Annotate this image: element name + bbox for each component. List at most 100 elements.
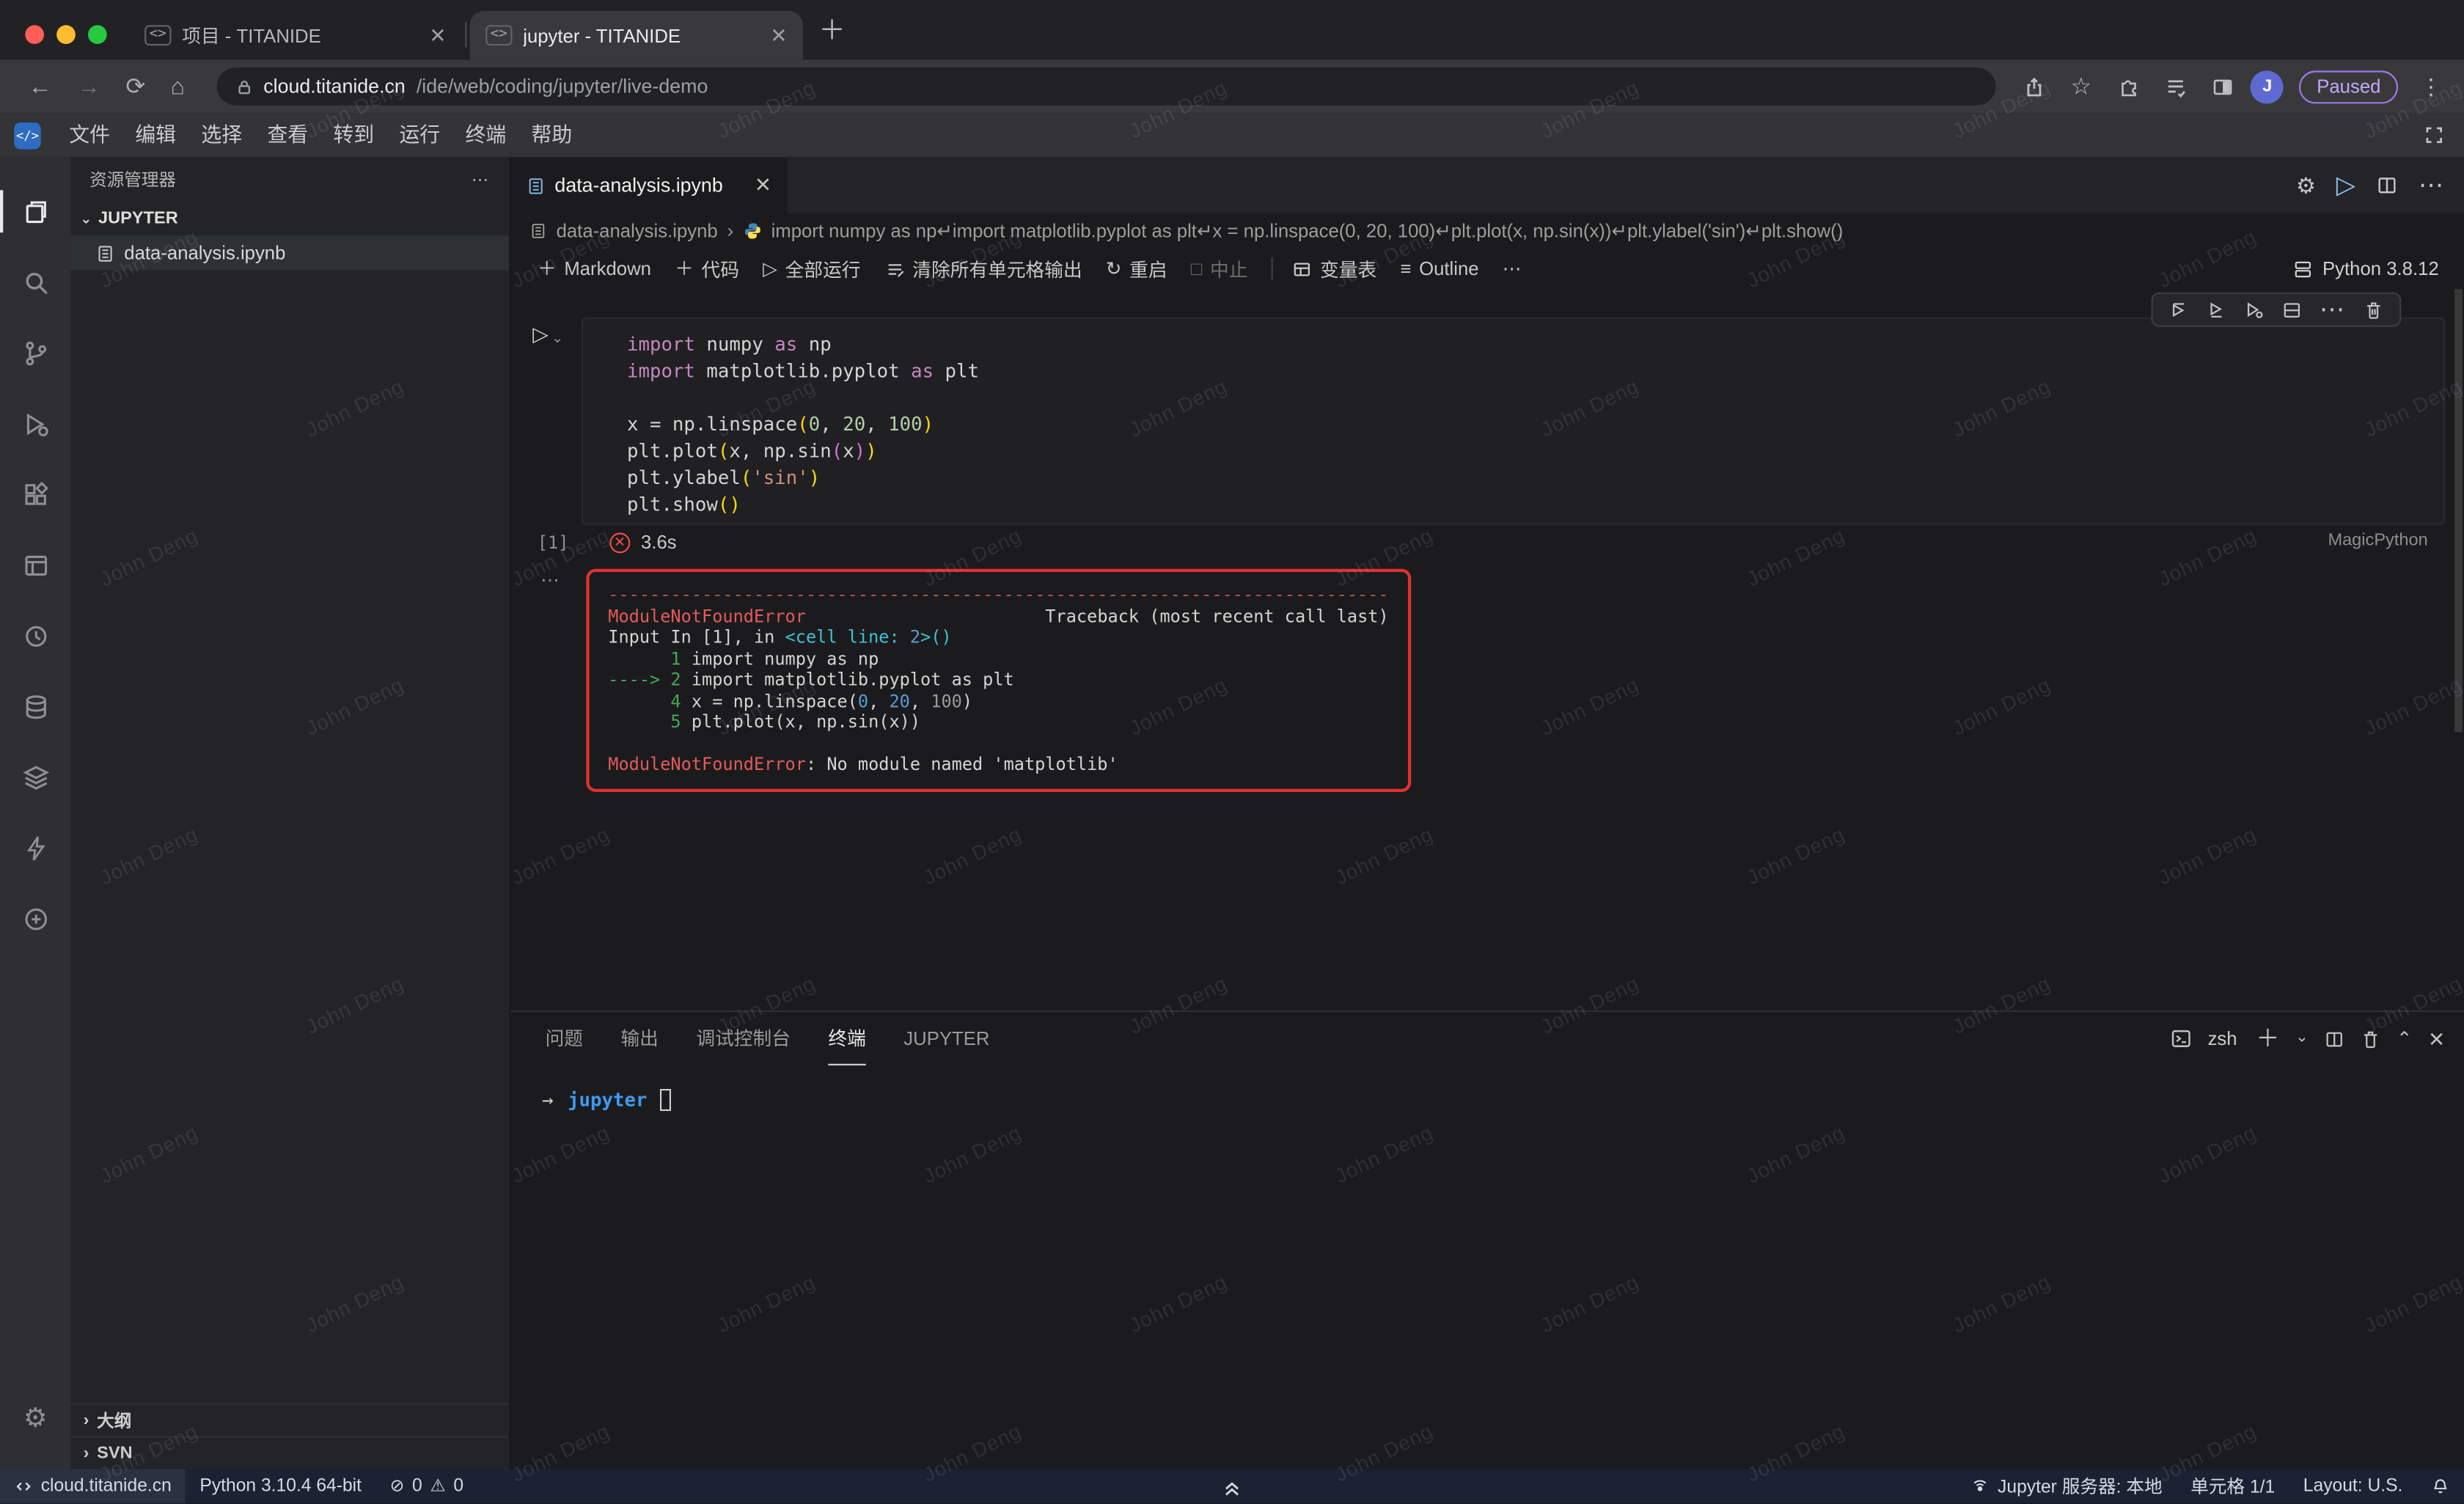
close-tab-icon[interactable]: ✕ xyxy=(755,173,771,198)
forward-button[interactable]: → xyxy=(65,75,113,98)
split-square-icon[interactable] xyxy=(2204,67,2241,105)
close-tab-icon[interactable]: ✕ xyxy=(770,25,787,45)
run-cell-button[interactable]: ▷ ⌄ xyxy=(532,323,563,345)
cell-code-editor[interactable]: import numpy as npimport matplotlib.pypl… xyxy=(627,331,2431,510)
debug-cell-icon[interactable] xyxy=(2244,299,2265,320)
remote-host-indicator[interactable]: cloud.titanide.cn xyxy=(0,1470,186,1504)
menu-selection[interactable]: 选择 xyxy=(188,113,254,157)
section-outline[interactable]: › 大纲 xyxy=(70,1404,509,1437)
extensions-puzzle-icon[interactable] xyxy=(2109,67,2146,105)
split-editor-icon[interactable] xyxy=(2376,175,2398,197)
code-cell[interactable]: import numpy as npimport matplotlib.pypl… xyxy=(582,318,2445,525)
section-jupyter[interactable]: ⌄ JUPYTER xyxy=(70,201,509,235)
clear-outputs-button[interactable]: 清除所有单元格输出 xyxy=(884,255,1082,282)
editor-tab-notebook[interactable]: data-analysis.ipynb ✕ xyxy=(510,157,787,213)
tab-output[interactable]: 输出 xyxy=(620,1012,658,1065)
reload-button[interactable]: ⟳ xyxy=(113,75,158,98)
breadcrumb-code[interactable]: import numpy as np↵import matplotlib.pyp… xyxy=(771,220,1844,242)
fullscreen-icon[interactable] xyxy=(2423,124,2445,146)
close-tab-icon[interactable]: ✕ xyxy=(429,25,446,45)
restart-kernel-button[interactable]: ↻ 重启 xyxy=(1106,255,1167,282)
menu-view[interactable]: 查看 xyxy=(254,113,320,157)
kernel-picker[interactable]: Python 3.8.12 xyxy=(2292,257,2464,279)
profile-avatar[interactable]: J xyxy=(2251,70,2284,103)
chevron-down-icon[interactable]: ⌄ xyxy=(2295,1031,2309,1046)
restore-panel-button[interactable] xyxy=(1220,1470,1244,1504)
frame-icon[interactable] xyxy=(0,529,70,600)
bookmark-star-icon[interactable]: ☆ xyxy=(2062,67,2100,105)
more-actions-icon[interactable]: ⋯ xyxy=(2419,169,2445,201)
browser-tab-project[interactable]: <> 项目 - TITANIDE ✕ xyxy=(129,11,462,59)
add-markdown-button[interactable]: ＋ Markdown xyxy=(538,257,651,279)
sidebar-more-icon[interactable]: ⋯ xyxy=(472,169,491,189)
tab-problems[interactable]: 问题 xyxy=(546,1012,583,1065)
split-terminal-icon[interactable] xyxy=(2324,1029,2344,1049)
cell-more-icon[interactable]: ⋯ xyxy=(2320,294,2346,326)
editor-scrollbar[interactable] xyxy=(2454,289,2463,732)
minimize-window-button[interactable] xyxy=(56,25,76,44)
menu-file[interactable]: 文件 xyxy=(56,113,122,157)
jupyter-server-status[interactable]: Jupyter 服务器: 本地 xyxy=(1957,1470,2177,1504)
lightning-icon[interactable] xyxy=(0,812,70,883)
breadcrumb[interactable]: data-analysis.ipynb › import numpy as np… xyxy=(510,213,2464,248)
close-panel-icon[interactable]: ✕ xyxy=(2428,1029,2445,1049)
menu-terminal[interactable]: 终端 xyxy=(452,113,518,157)
variables-button[interactable]: 变量表 xyxy=(1291,255,1376,282)
zoom-window-button[interactable] xyxy=(88,25,107,44)
toolbar-more-icon[interactable]: ⋯ xyxy=(1503,257,1523,279)
settings-gear-icon[interactable]: ⚙ xyxy=(2296,172,2316,199)
tab-debug-console[interactable]: 调试控制台 xyxy=(696,1012,791,1065)
split-cell-icon[interactable] xyxy=(2281,299,2302,320)
paused-badge[interactable]: Paused xyxy=(2300,70,2398,103)
tab-jupyter[interactable]: JUPYTER xyxy=(903,1012,989,1065)
new-terminal-icon[interactable]: ＋ xyxy=(2256,1027,2279,1050)
section-svn[interactable]: › SVN xyxy=(70,1437,509,1470)
circle-plus-icon[interactable] xyxy=(0,883,70,953)
run-all-button[interactable]: ▷ 全部运行 xyxy=(763,255,860,282)
browser-tab-jupyter[interactable]: <> jupyter - TITANIDE ✕ xyxy=(470,11,803,59)
back-button[interactable]: ← xyxy=(15,75,64,98)
browser-menu-icon[interactable]: ⋮ xyxy=(2413,73,2448,100)
add-code-button[interactable]: ＋ 代码 xyxy=(675,255,739,282)
execute-above-icon[interactable] xyxy=(2168,299,2189,320)
file-item-notebook[interactable]: data-analysis.ipynb xyxy=(70,235,509,270)
problems-status[interactable]: ⊘ 0 ⚠ 0 xyxy=(375,1470,477,1504)
interrupt-button[interactable]: □ 中止 xyxy=(1191,255,1248,282)
source-control-icon[interactable] xyxy=(0,318,70,388)
output-collapse-icon[interactable]: ⋯ xyxy=(540,569,561,591)
kill-terminal-icon[interactable] xyxy=(2361,1029,2381,1049)
shell-label[interactable]: zsh xyxy=(2208,1027,2237,1049)
cell-language-label[interactable]: MagicPython xyxy=(2328,531,2427,550)
new-tab-button[interactable]: ＋ xyxy=(803,8,861,60)
history-icon[interactable] xyxy=(0,601,70,671)
run-all-icon[interactable]: ▷ xyxy=(2336,169,2355,201)
home-button[interactable]: ⌂ xyxy=(158,75,198,98)
menu-edit[interactable]: 编辑 xyxy=(122,113,188,157)
menu-run[interactable]: 运行 xyxy=(386,113,452,157)
tab-terminal[interactable]: 终端 xyxy=(828,1012,865,1065)
extensions-icon[interactable] xyxy=(0,459,70,529)
layout-indicator[interactable]: Layout: U.S. xyxy=(2289,1470,2417,1504)
delete-cell-icon[interactable] xyxy=(2364,299,2384,320)
terminal-profile-icon[interactable] xyxy=(2170,1027,2192,1049)
terminal-view[interactable]: → jupyter xyxy=(510,1065,2464,1470)
maximize-panel-icon[interactable]: ⌃ xyxy=(2397,1030,2413,1049)
search-icon[interactable] xyxy=(0,246,70,317)
python-interpreter[interactable]: Python 3.10.4 64-bit xyxy=(186,1470,375,1504)
address-bar[interactable]: cloud.titanide.cn/ide/web/coding/jupyter… xyxy=(216,67,1996,105)
run-debug-icon[interactable] xyxy=(0,388,70,458)
layers-icon[interactable] xyxy=(0,741,70,812)
close-window-button[interactable] xyxy=(25,25,44,44)
cell-indicator[interactable]: 单元格 1/1 xyxy=(2177,1470,2289,1504)
share-icon[interactable] xyxy=(2015,67,2053,105)
breadcrumb-file[interactable]: data-analysis.ipynb xyxy=(557,220,718,242)
reading-list-icon[interactable] xyxy=(2157,67,2194,105)
outline-button[interactable]: ≡ Outline xyxy=(1400,257,1478,279)
menu-goto[interactable]: 转到 xyxy=(320,113,386,157)
database-icon[interactable] xyxy=(0,671,70,741)
menu-help[interactable]: 帮助 xyxy=(518,113,584,157)
explorer-icon[interactable] xyxy=(0,176,70,246)
notifications-bell-icon[interactable] xyxy=(2417,1470,2464,1504)
execute-below-icon[interactable] xyxy=(2207,299,2227,320)
settings-gear-icon[interactable]: ⚙ xyxy=(0,1383,70,1453)
